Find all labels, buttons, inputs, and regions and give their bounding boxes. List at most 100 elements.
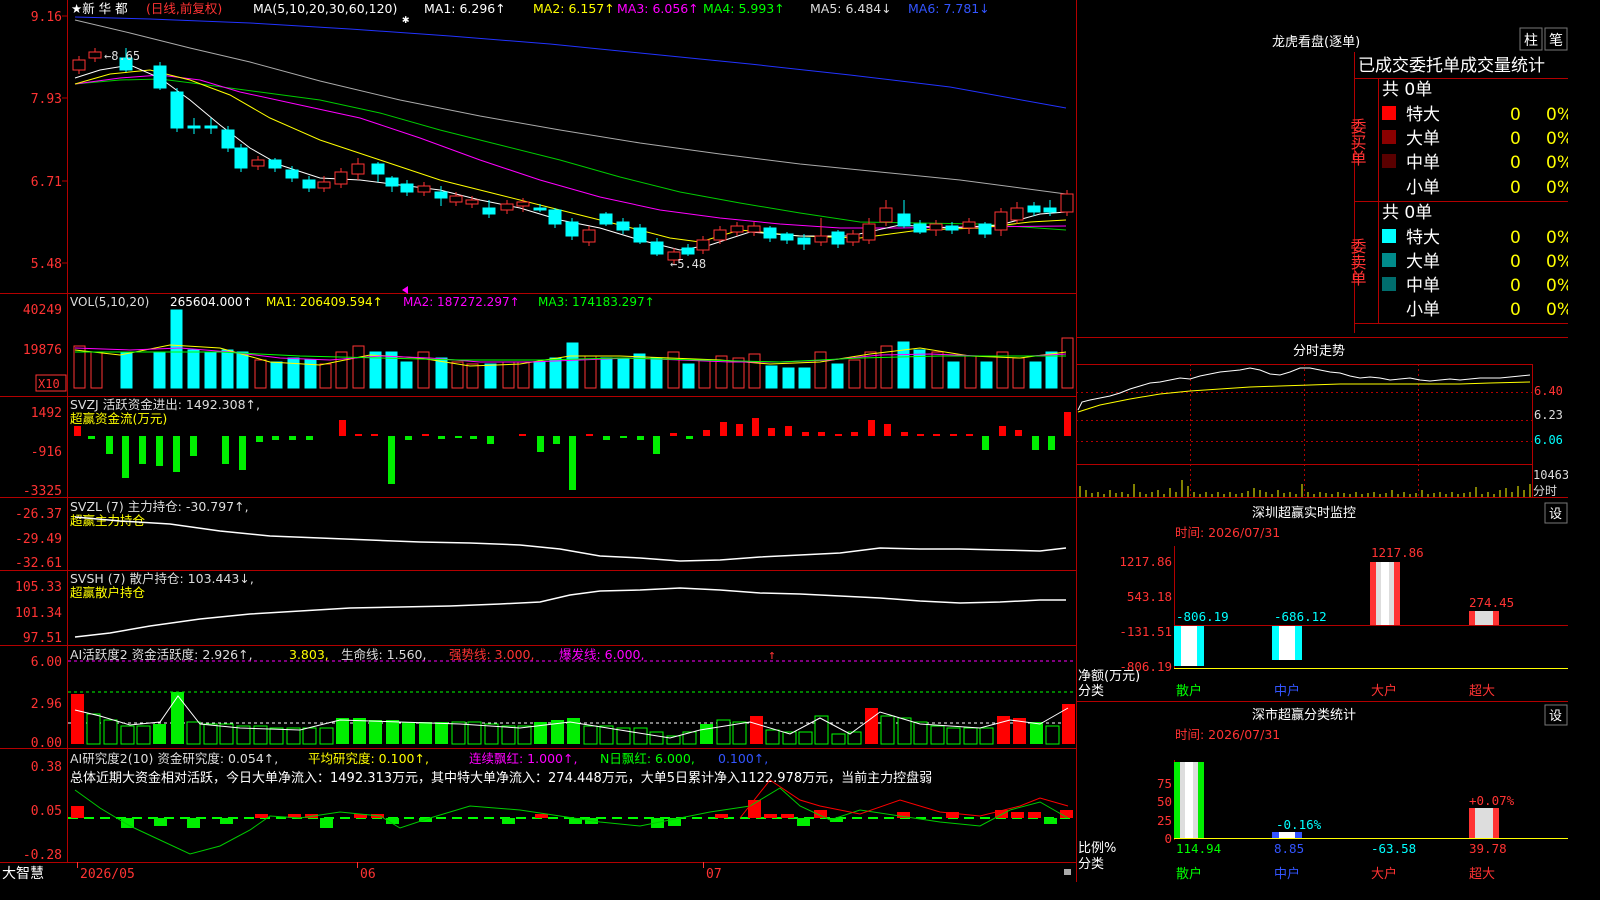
sell-total: 共 0单 — [1382, 203, 1432, 223]
vol-value: 265604.000↑ — [170, 295, 253, 309]
sz-class-value: 8.85 — [1274, 841, 1304, 856]
svzl-line — [74, 516, 1067, 562]
ai2-red-n: N日飘红: 6.000, — [600, 751, 695, 766]
svzj-subtitle: 超赢资金流(万元) — [70, 411, 167, 426]
fenshi-vol-label: 分时 — [1533, 484, 1557, 498]
fenshi-vol: 10463 — [1533, 468, 1568, 482]
sell-row-label: 中单 — [1406, 276, 1440, 296]
sz-class-tick: 50 — [1157, 794, 1172, 809]
buy-row-pct: 0% — [1546, 178, 1568, 198]
bi-label: 笔 — [1549, 33, 1563, 49]
sz-monitor-xlabel: 分类 — [1078, 684, 1104, 699]
buy-total: 共 0单 — [1382, 80, 1432, 100]
svzl-tick: -26.37 — [15, 507, 62, 522]
date-tick: 07 — [706, 867, 722, 882]
order-tabs[interactable]: 已成交委托单成交量统计 — [1358, 56, 1545, 76]
svzj-tick: -916 — [31, 445, 62, 460]
sell-row-pct: 0% — [1546, 252, 1568, 272]
zhu-button[interactable]: 柱 — [1519, 27, 1543, 51]
sell-swatch — [1382, 229, 1396, 243]
sell-row-pct: 0% — [1546, 276, 1568, 296]
ai1-burst: 爆发线: 6.000, — [559, 647, 644, 662]
kline-mode: (日线,前复权) — [146, 1, 222, 16]
sz-monitor-bar-label: 274.45 — [1469, 595, 1514, 610]
buy-row-pct: 0% — [1546, 153, 1568, 173]
sz-class-axis: 75 50 25 0 — [1157, 776, 1172, 846]
fenshi-tick: 6.40 — [1534, 384, 1563, 398]
vol-label: VOL(5,10,20) — [70, 295, 149, 309]
sz-class-tick: 0 — [1164, 831, 1172, 846]
sz-class-title: 深市超赢分类统计 — [1252, 707, 1356, 723]
sz-class-category: 散户 — [1176, 866, 1202, 882]
ai2-axis: 0.38 0.05 -0.28 — [23, 760, 62, 863]
ai1-value: 3.803, — [289, 647, 329, 662]
svzj-bars — [74, 412, 1071, 490]
ai2-red-cont: 连续飘红: 1.000↑, — [469, 751, 577, 766]
svsh-line — [74, 587, 1066, 638]
ai1-tick: 2.96 — [31, 697, 62, 712]
sell-swatch — [1382, 253, 1396, 267]
sell-rows: 共 0单 特大 0 0% 大单 0 0% 中单 0 0% 小单 0 0% — [1382, 203, 1568, 320]
sell-row-label: 大单 — [1406, 252, 1440, 272]
ma1-value: MA1: 6.296↑ — [424, 1, 506, 16]
sz-class-tick: 75 — [1157, 776, 1172, 791]
sz-class-time: 时间: 2026/07/31 — [1175, 727, 1280, 742]
sell-row-count: 0 — [1510, 252, 1521, 272]
buy-label: 委买单 — [1348, 118, 1367, 166]
ma-label: MA(5,10,20,30,60,120) — [253, 1, 397, 16]
svsh-label: SVSH (7) 散户持仓: 103.443↓, — [70, 571, 254, 586]
sz-class-category: 大户 — [1371, 866, 1397, 882]
buy-swatch — [1382, 130, 1396, 144]
sell-row-label: 小单 — [1406, 300, 1440, 320]
ai2-tick: 0.05 — [31, 804, 62, 819]
sz-class-categories: 散户 中户 大户 超大 — [1176, 866, 1495, 882]
vol-header: VOL(5,10,20) 265604.000↑ MA1: 206409.594… — [70, 295, 655, 309]
lhkp-title: 龙虎看盘(逐单) — [1272, 34, 1360, 50]
vol-unit: X10 — [38, 377, 60, 391]
vol-tick: 40249 — [23, 303, 62, 318]
buy-row-count: 0 — [1510, 105, 1521, 125]
ai2-average: 平均研究度: 0.100↑, — [308, 751, 429, 766]
sz-monitor-bar-label: 1217.86 — [1371, 545, 1424, 560]
buy-row-count: 0 — [1510, 153, 1521, 173]
date-tick: 06 — [360, 867, 376, 882]
sz-monitor-time: 时间: 2026/07/31 — [1175, 525, 1280, 540]
sz-class-set-button[interactable]: 设 — [1544, 704, 1568, 726]
price-tick: 9.16 — [31, 10, 62, 25]
ma6-value: MA6: 7.781↓ — [908, 1, 990, 16]
candle-down — [119, 48, 1057, 256]
sz-class-pct: +0.07% — [1469, 793, 1515, 808]
ai1-strong: 强势线: 3.000, — [449, 647, 534, 662]
ai2-bar-green — [121, 818, 1057, 828]
ai2-bars — [71, 800, 1073, 828]
kline-annotations: ←8.65 ←5.48 ✱ — [104, 12, 706, 294]
svzj-tick: 1492 — [31, 406, 62, 421]
buy-swatch — [1382, 154, 1396, 168]
ai2-label: AI研究度2(10) 资金研究度: 0.054↑, — [70, 751, 278, 766]
sell-row-count: 0 — [1510, 300, 1521, 320]
ai1-header: AI活跃度2 资金活跃度: 2.926↑, 3.803, 生命线: 1.560,… — [70, 647, 644, 662]
svsh-header: SVSH (7) 散户持仓: 103.443↓, 超赢散户持仓 — [70, 571, 254, 600]
sz-monitor-tick: -131.51 — [1119, 624, 1172, 639]
stock-name: ★新 华 都 — [71, 1, 128, 16]
sz-monitor-categories: 散户 中户 大户 超大 — [1176, 683, 1495, 699]
ma4-line — [74, 78, 1067, 231]
buy-row-pct: 0% — [1546, 129, 1568, 149]
ma4-value: MA4: 5.993↑ — [703, 1, 785, 16]
ma2-value: MA2: 6.157↑ — [533, 1, 615, 16]
svsh-subtitle: 超赢散户持仓 — [70, 585, 146, 600]
sz-class-value: 39.78 — [1469, 841, 1507, 856]
price-axis: 9.16 7.93 6.71 5.48 — [31, 10, 62, 272]
sz-class-value: -63.58 — [1371, 841, 1416, 856]
ai1-label: AI活跃度2 资金活跃度: 2.926↑, — [70, 647, 253, 662]
svzl-axis: -26.37 -29.49 -32.61 — [15, 507, 62, 571]
svsh-tick: 105.33 — [15, 580, 62, 595]
sz-monitor-category: 超大 — [1469, 684, 1495, 699]
sz-monitor-ylabel: 净额(万元) — [1078, 669, 1140, 684]
bi-button[interactable]: 笔 — [1544, 27, 1568, 51]
low-marker: ←5.48 — [670, 257, 706, 271]
sz-monitor-set-button[interactable]: 设 — [1544, 502, 1568, 524]
zhu-label: 柱 — [1524, 33, 1538, 49]
price-tick: 6.71 — [31, 175, 62, 190]
ai1-bars — [71, 692, 1075, 745]
